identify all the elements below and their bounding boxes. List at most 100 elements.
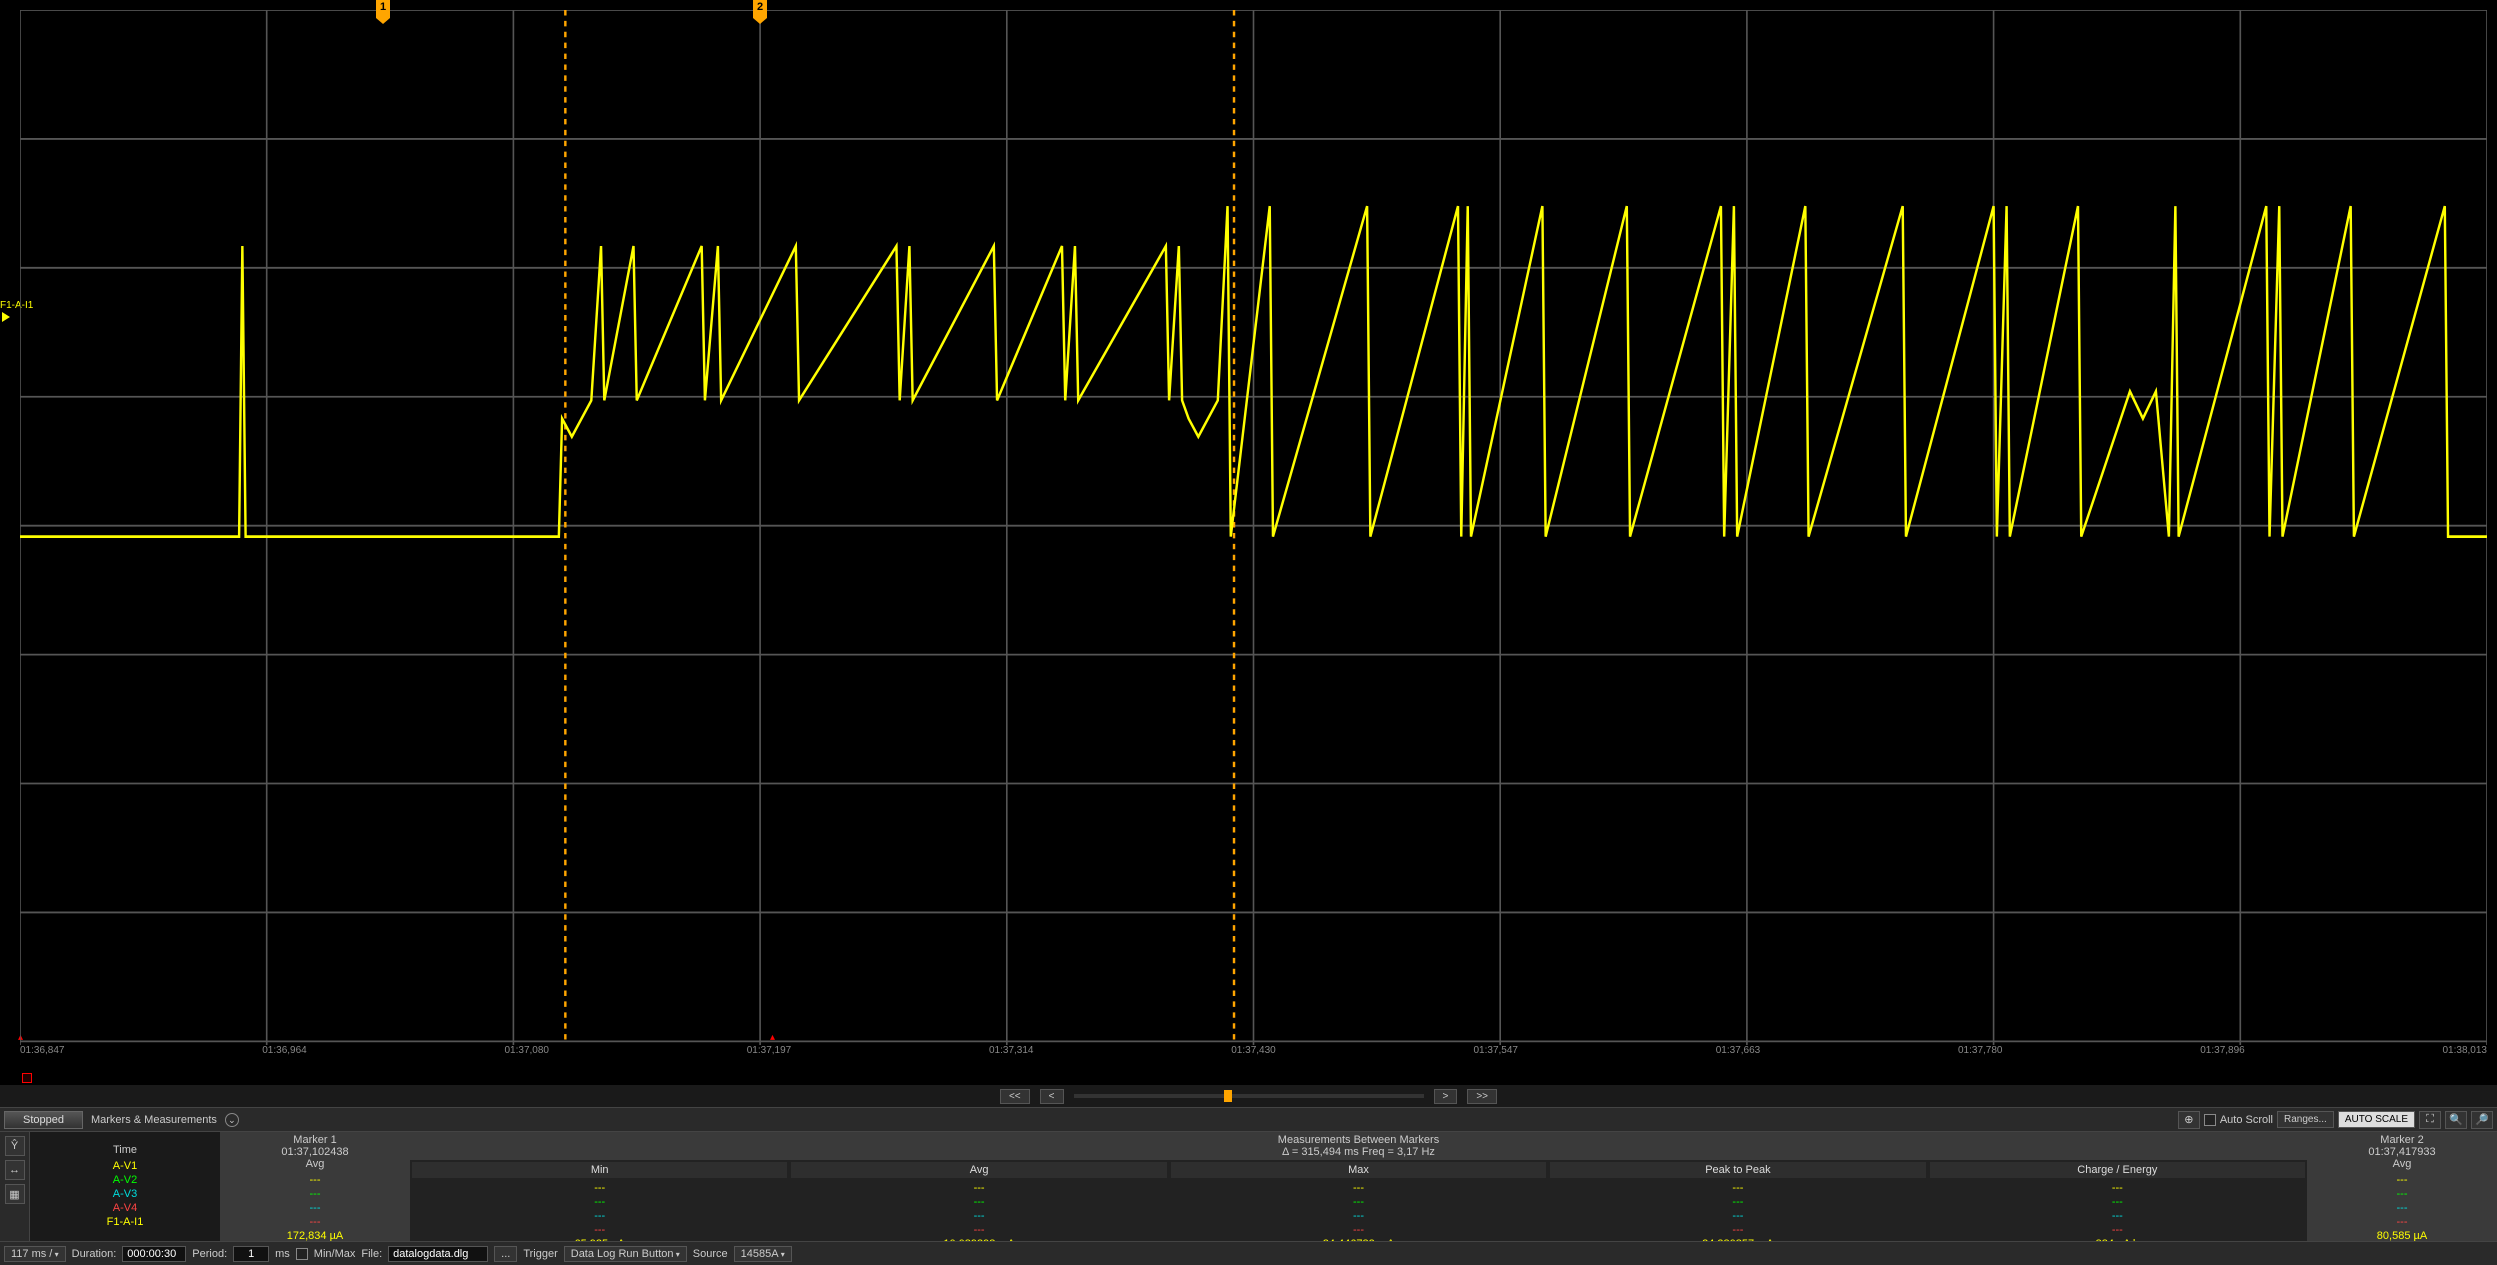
measure-value: --- <box>1550 1210 1925 1224</box>
measure-value: --- <box>412 1224 787 1238</box>
channel-marker-icon <box>2 312 10 322</box>
between-col-avg: Avg------------10,089898 mA <box>789 1160 1168 1254</box>
measure-value: --- <box>1930 1196 2305 1210</box>
nav-prev-button[interactable]: < <box>1040 1089 1064 1104</box>
time-tick: 01:38,013 <box>2443 1045 2488 1065</box>
measure-value: --- <box>791 1196 1166 1210</box>
minmax-checkbox[interactable] <box>296 1248 308 1260</box>
nav-slider-thumb[interactable] <box>1224 1090 1232 1102</box>
zoom-in-icon[interactable]: 🔍 <box>2445 1111 2467 1129</box>
status-bar: Stopped Markers & Measurements ⌄ ⊕ Auto … <box>0 1107 2497 1131</box>
marker1-sub: Avg <box>222 1158 408 1170</box>
measure-value: --- <box>412 1210 787 1224</box>
plot-svg <box>20 10 2487 1045</box>
time-tick: 01:36,964 <box>262 1045 307 1065</box>
source-label: Source <box>693 1248 728 1260</box>
waveform-plot[interactable]: F1-A-I1 1 2 ▴ ▴ <box>0 0 2497 1085</box>
marker-1-flag[interactable]: 1 <box>376 0 390 18</box>
marker2-header: Marker 2 <box>2309 1134 2495 1146</box>
channel-name: A-V3 <box>30 1188 220 1202</box>
zoom-region-icon[interactable]: ⛶ <box>2419 1111 2441 1129</box>
record-indicator-icon <box>22 1073 32 1083</box>
time-tick: 01:37,780 <box>1958 1045 2003 1065</box>
time-tick: 01:37,663 <box>1716 1045 1761 1065</box>
between-col-header: Avg <box>791 1162 1166 1178</box>
auto-scroll-checkbox[interactable] <box>2204 1114 2216 1126</box>
nav-first-button[interactable]: << <box>1000 1089 1030 1104</box>
nav-last-button[interactable]: >> <box>1467 1089 1497 1104</box>
between-markers-section: Measurements Between Markers Δ = 315,494… <box>410 1132 2307 1241</box>
time-column: Time A-V1A-V2A-V3A-V4F1-A-I1 <box>30 1132 220 1241</box>
collapse-toggle-icon[interactable]: ⌄ <box>225 1113 239 1127</box>
between-col-min: Min------------65,925 µA <box>410 1160 789 1254</box>
measure-value: --- <box>1930 1210 2305 1224</box>
nav-next-button[interactable]: > <box>1434 1089 1458 1104</box>
measure-value: --- <box>1171 1210 1546 1224</box>
m1-value: --- <box>222 1202 408 1216</box>
bottom-toolbar: 117 ms / Duration: 000:00:30 Period: ms … <box>0 1241 2497 1265</box>
target-icon[interactable]: ⊕ <box>2178 1111 2200 1129</box>
period-input[interactable] <box>233 1246 269 1262</box>
time-tick: 01:37,430 <box>1231 1045 1276 1065</box>
marker1-column: Marker 1 01:37,102438 Avg ------------17… <box>220 1132 410 1241</box>
nav-slider[interactable] <box>1074 1094 1424 1098</box>
run-stop-button[interactable]: Stopped <box>4 1111 83 1129</box>
measure-value: --- <box>412 1196 787 1210</box>
m2-value: --- <box>2309 1188 2495 1202</box>
m2-value: --- <box>2309 1216 2495 1230</box>
between-delta: Δ = 315,494 ms Freq = 3,17 Hz <box>412 1146 2305 1158</box>
auto-scale-button[interactable]: AUTO SCALE <box>2338 1111 2415 1128</box>
time-div-select[interactable]: 117 ms / <box>4 1246 66 1262</box>
time-axis: 01:36,847 01:36,964 01:37,080 01:37,197 … <box>20 1045 2487 1065</box>
time-tick: 01:37,896 <box>2200 1045 2245 1065</box>
grid-tool-icon[interactable]: ▦ <box>5 1184 25 1204</box>
m1-value: --- <box>222 1188 408 1202</box>
measure-value: --- <box>1930 1224 2305 1238</box>
marker-tools: Ŷ ↔ ▦ <box>0 1132 30 1241</box>
marker-2-flag[interactable]: 2 <box>753 0 767 18</box>
measurements-panel: Ŷ ↔ ▦ Time A-V1A-V2A-V3A-V4F1-A-I1 Marke… <box>0 1131 2497 1241</box>
measure-value: --- <box>791 1182 1166 1196</box>
minmax-label: Min/Max <box>314 1248 356 1260</box>
duration-value[interactable]: 000:00:30 <box>122 1246 186 1262</box>
measure-value: --- <box>412 1182 787 1196</box>
measure-value: --- <box>1171 1196 1546 1210</box>
marker2-column: Marker 2 01:37,417933 Avg ------------80… <box>2307 1132 2497 1241</box>
m2-value: --- <box>2309 1174 2495 1188</box>
m2-value: --- <box>2309 1202 2495 1216</box>
measure-value: --- <box>1550 1182 1925 1196</box>
duration-label: Duration: <box>72 1248 117 1260</box>
channel-name: F1-A-I1 <box>30 1216 220 1230</box>
time-tick: 01:37,547 <box>1474 1045 1519 1065</box>
channel-name: A-V4 <box>30 1202 220 1216</box>
measure-value: --- <box>1930 1182 2305 1196</box>
between-col-header: Charge / Energy <box>1930 1162 2305 1178</box>
marker1-time: 01:37,102438 <box>222 1146 408 1158</box>
auto-scroll-label: Auto Scroll <box>2220 1114 2273 1126</box>
between-col-header: Min <box>412 1162 787 1178</box>
time-tick: 01:36,847 <box>20 1045 65 1065</box>
file-name[interactable]: datalogdata.dlg <box>388 1246 488 1262</box>
file-browse-button[interactable]: ... <box>494 1246 517 1262</box>
source-select[interactable]: 14585A <box>734 1246 792 1262</box>
measure-value: --- <box>1171 1182 1546 1196</box>
measure-value: --- <box>1171 1224 1546 1238</box>
trigger-select[interactable]: Data Log Run Button <box>564 1246 687 1262</box>
marker2-sub: Avg <box>2309 1158 2495 1170</box>
marker-tool-icon[interactable]: Ŷ <box>5 1136 25 1156</box>
marker2-time: 01:37,417933 <box>2309 1146 2495 1158</box>
between-col-header: Peak to Peak <box>1550 1162 1925 1178</box>
time-tick: 01:37,197 <box>747 1045 792 1065</box>
file-label: File: <box>361 1248 382 1260</box>
measure-value: --- <box>1550 1224 1925 1238</box>
measure-value: --- <box>791 1210 1166 1224</box>
measure-value: --- <box>1550 1196 1925 1210</box>
ranges-button[interactable]: Ranges... <box>2277 1111 2334 1128</box>
time-header: Time <box>30 1144 220 1156</box>
between-col-ce: Charge / Energy------------884 nA h <box>1928 1160 2307 1254</box>
zoom-out-icon[interactable]: 🔎 <box>2471 1111 2493 1129</box>
channel-name: A-V2 <box>30 1174 220 1188</box>
channel-name: A-V1 <box>30 1160 220 1174</box>
between-col-ptp: Peak to Peak------------24,380857 mA <box>1548 1160 1927 1254</box>
move-tool-icon[interactable]: ↔ <box>5 1160 25 1180</box>
